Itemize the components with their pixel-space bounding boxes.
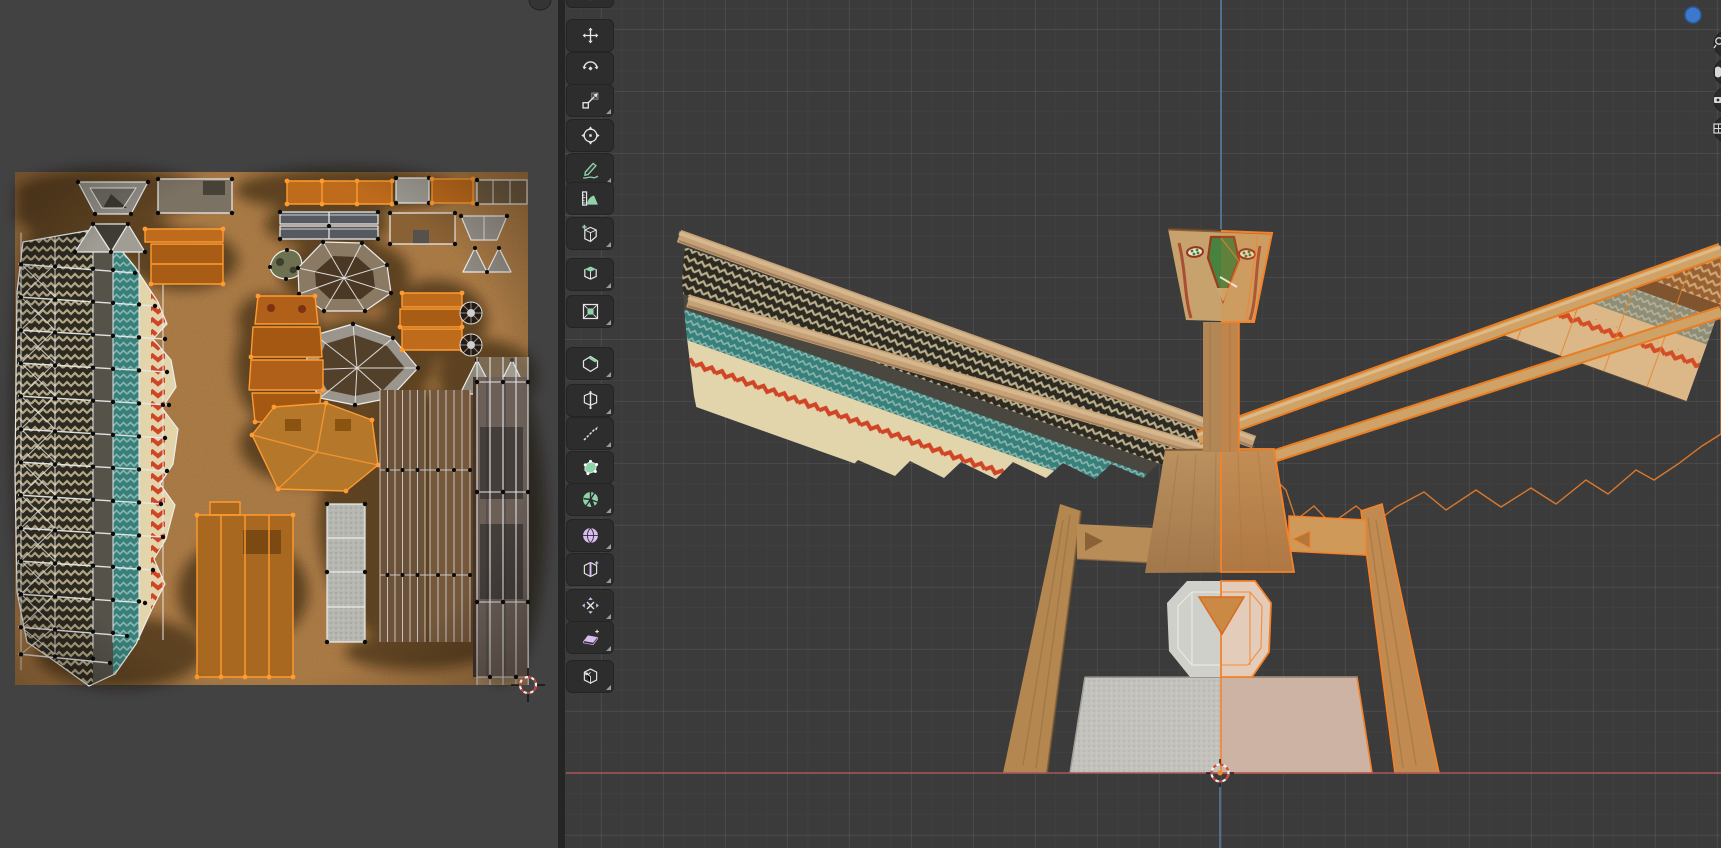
hand-icon	[1715, 67, 1721, 78]
submenu-indicator	[606, 614, 611, 619]
tool-column	[566, 0, 616, 848]
submenu-indicator	[606, 372, 611, 377]
editor-divider[interactable]	[558, 0, 565, 848]
loop-cut-icon	[580, 390, 601, 411]
move-icon	[580, 25, 601, 46]
model-left-arm	[1077, 524, 1154, 563]
uv-island-wood-rect	[156, 177, 234, 215]
model-body	[1145, 449, 1294, 573]
tool-rotate-button[interactable]	[567, 53, 613, 84]
knife-icon	[580, 423, 601, 444]
submenu-indicator	[606, 320, 611, 325]
rip-region-icon	[580, 666, 601, 687]
tool-bevel-button[interactable]	[567, 348, 613, 379]
viewport-nav-buttons[interactable]	[1714, 31, 1721, 142]
tool-annotate-button[interactable]	[567, 154, 613, 185]
poly-build-icon	[580, 457, 601, 478]
extrude-region-icon	[580, 264, 601, 285]
submenu-indicator	[606, 283, 611, 288]
model-neck	[1203, 322, 1239, 452]
tool-spin-button[interactable]	[567, 484, 613, 515]
model-left-leg	[1003, 504, 1081, 773]
model-head	[1168, 229, 1272, 322]
tool-transform-button[interactable]	[567, 120, 613, 151]
cursor-icon	[580, 0, 601, 2]
inset-faces-icon	[580, 301, 601, 322]
uv-island-right-column	[473, 357, 530, 685]
transform-icon	[580, 125, 601, 146]
shrink-fatten-icon	[580, 595, 601, 616]
submenu-indicator	[606, 508, 611, 513]
tool-poly-build-button[interactable]	[567, 452, 613, 483]
submenu-indicator	[606, 109, 611, 114]
tool-knife-button[interactable]	[567, 418, 613, 449]
uv-editor-canvas[interactable]	[0, 0, 558, 848]
tool-add-cube-button[interactable]	[567, 218, 613, 249]
annotate-icon	[580, 159, 601, 180]
uv-island-wood-sliver	[475, 178, 527, 206]
tool-edge-slide-button[interactable]	[567, 554, 613, 585]
model-right-leg-selected	[1361, 504, 1439, 773]
tool-shear-button[interactable]	[567, 622, 613, 653]
tool-rip-region-button[interactable]	[567, 661, 613, 692]
uv-editor-pane[interactable]	[0, 0, 558, 848]
uv-island-stone-column	[325, 502, 367, 644]
tool-smooth-button[interactable]	[567, 520, 613, 551]
model-stone-block	[1167, 581, 1271, 677]
submenu-indicator	[606, 544, 611, 549]
edge-slide-icon	[580, 559, 601, 580]
submenu-indicator	[606, 685, 611, 690]
rotate-icon	[580, 58, 601, 79]
tool-measure-button[interactable]	[567, 183, 613, 214]
bevel-icon	[580, 353, 601, 374]
add-cube-icon	[580, 223, 601, 244]
texture-image	[12, 168, 545, 692]
measure-icon	[580, 188, 601, 209]
uv-island-gray-rect	[394, 176, 431, 205]
tool-scale-button[interactable]	[567, 85, 613, 116]
tool-cursor-button[interactable]	[567, 0, 613, 7]
pan-view-button[interactable]	[1714, 59, 1721, 85]
submenu-indicator	[606, 646, 611, 651]
uv-island-wood-panel	[388, 211, 457, 246]
viewport-canvas[interactable]	[558, 0, 1721, 848]
camera-view-button[interactable]	[1714, 87, 1721, 113]
uv-island-front-column-selected	[195, 502, 296, 679]
smooth-icon	[580, 525, 601, 546]
model-right-arm-selected	[1289, 516, 1366, 555]
tool-move-button[interactable]	[567, 20, 613, 51]
uv-island-rail2-selected	[430, 177, 476, 206]
projection-toggle-button[interactable]	[1714, 116, 1721, 142]
submenu-indicator	[606, 578, 611, 583]
spin-icon	[580, 489, 601, 510]
uv-island-box-selected	[143, 227, 226, 287]
uv-island-striped-bars	[278, 210, 380, 241]
tool-loop-cut-button[interactable]	[567, 385, 613, 416]
submenu-indicator	[606, 242, 611, 247]
zoom-view-button[interactable]	[1714, 31, 1721, 57]
tool-extrude-region-button[interactable]	[567, 259, 613, 290]
uv-island-rail-selected	[285, 179, 395, 207]
submenu-indicator	[606, 409, 611, 414]
model-stone-base	[1070, 677, 1372, 773]
tool-shrink-fatten-button[interactable]	[567, 590, 613, 621]
app-window	[0, 0, 1721, 848]
scale-icon	[580, 90, 601, 111]
shear-icon	[580, 627, 601, 648]
uv-island-crossbar-stack-selected	[398, 291, 465, 353]
viewport-3d[interactable]	[558, 0, 1721, 848]
submenu-indicator	[606, 442, 611, 447]
tool-inset-faces-button[interactable]	[567, 296, 613, 327]
gizmo-axis-dot[interactable]	[1685, 7, 1701, 23]
